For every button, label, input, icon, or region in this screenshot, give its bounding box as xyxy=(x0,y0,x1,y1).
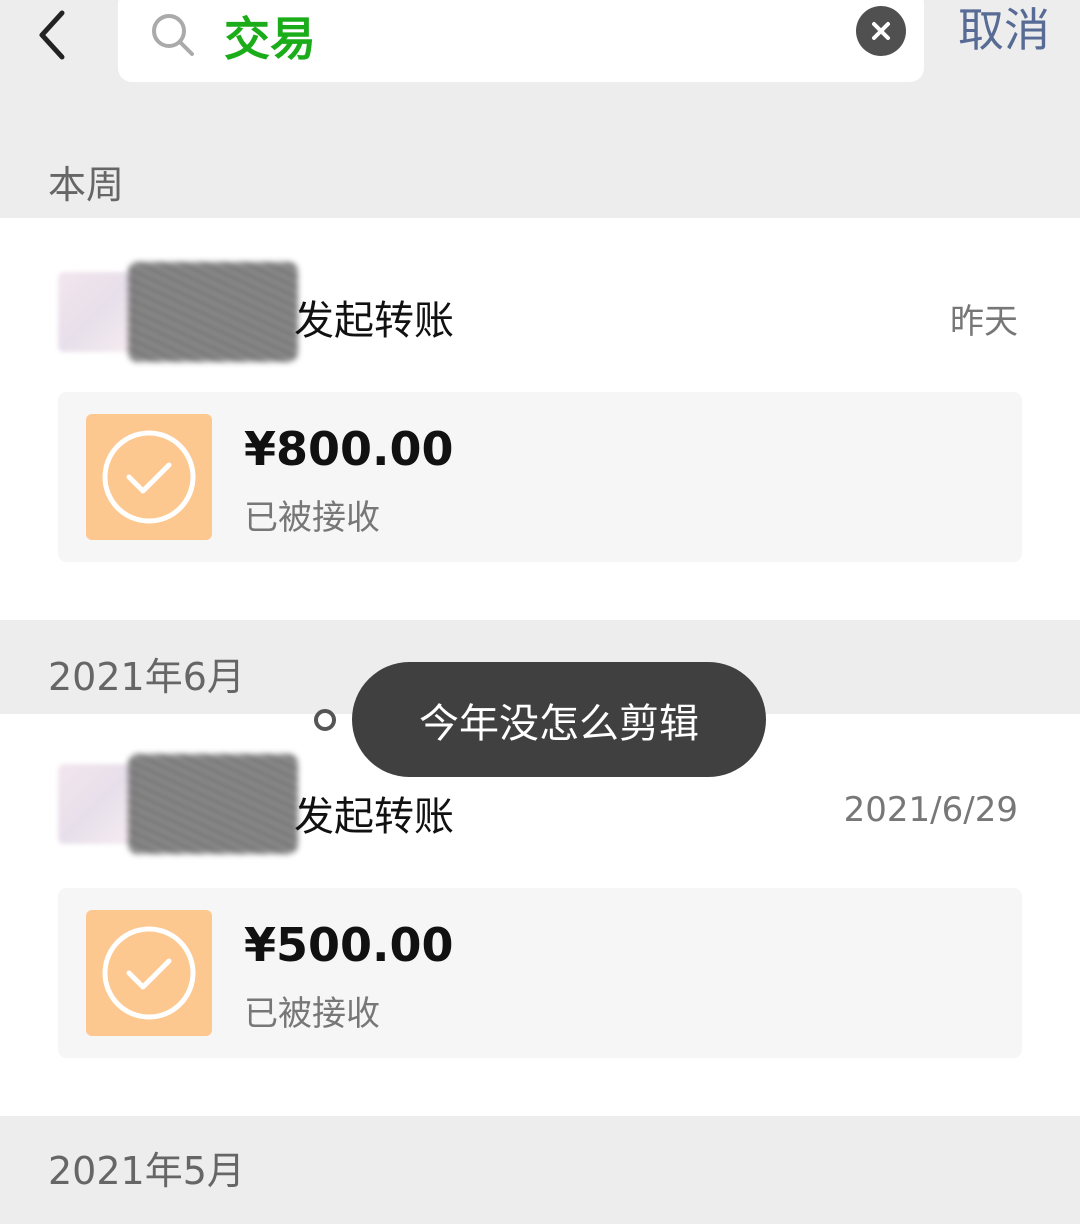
transaction-date: 2021/6/29 xyxy=(843,790,1018,830)
toast-message: 今年没怎么剪辑 xyxy=(352,662,766,777)
search-input[interactable] xyxy=(224,8,824,64)
section-label: 2021年5月 xyxy=(48,1149,245,1193)
transfer-amount: ¥500.00 xyxy=(244,918,454,972)
section-label: 本周 xyxy=(48,163,125,207)
transfer-status: 已被接收 xyxy=(244,994,380,1034)
clear-icon xyxy=(872,22,890,40)
avatar xyxy=(58,262,298,362)
section-header: 本周 xyxy=(0,110,1080,218)
transaction-title: 发起转账 xyxy=(294,298,454,344)
check-circle-icon xyxy=(102,926,196,1020)
toast-text: 今年没怎么剪辑 xyxy=(419,700,699,747)
search-icon xyxy=(152,14,194,56)
cancel-button[interactable]: 取消 xyxy=(958,0,1050,60)
search-box[interactable] xyxy=(118,0,924,82)
back-arrow-icon xyxy=(39,10,65,60)
transaction-title: 发起转账 xyxy=(294,794,454,840)
transfer-detail[interactable]: ¥800.00 已被接收 xyxy=(58,392,1022,562)
status-icon-box xyxy=(86,414,212,540)
transfer-amount: ¥800.00 xyxy=(244,422,454,476)
toast-pointer-dot xyxy=(314,709,336,731)
avatar xyxy=(58,754,298,854)
top-bar: 取消 xyxy=(0,0,1080,110)
back-button[interactable] xyxy=(22,0,82,70)
transfer-status: 已被接收 xyxy=(244,498,380,538)
clear-button[interactable] xyxy=(856,6,906,56)
status-icon-box xyxy=(86,910,212,1036)
check-circle-icon xyxy=(102,430,196,524)
section-header: 2021年5月 xyxy=(0,1116,1080,1224)
transaction-date: 昨天 xyxy=(950,302,1018,342)
transfer-detail[interactable]: ¥500.00 已被接收 xyxy=(58,888,1022,1058)
section-label: 2021年6月 xyxy=(48,655,245,699)
transaction-card[interactable]: 发起转账 昨天 ¥800.00 已被接收 xyxy=(0,218,1080,620)
